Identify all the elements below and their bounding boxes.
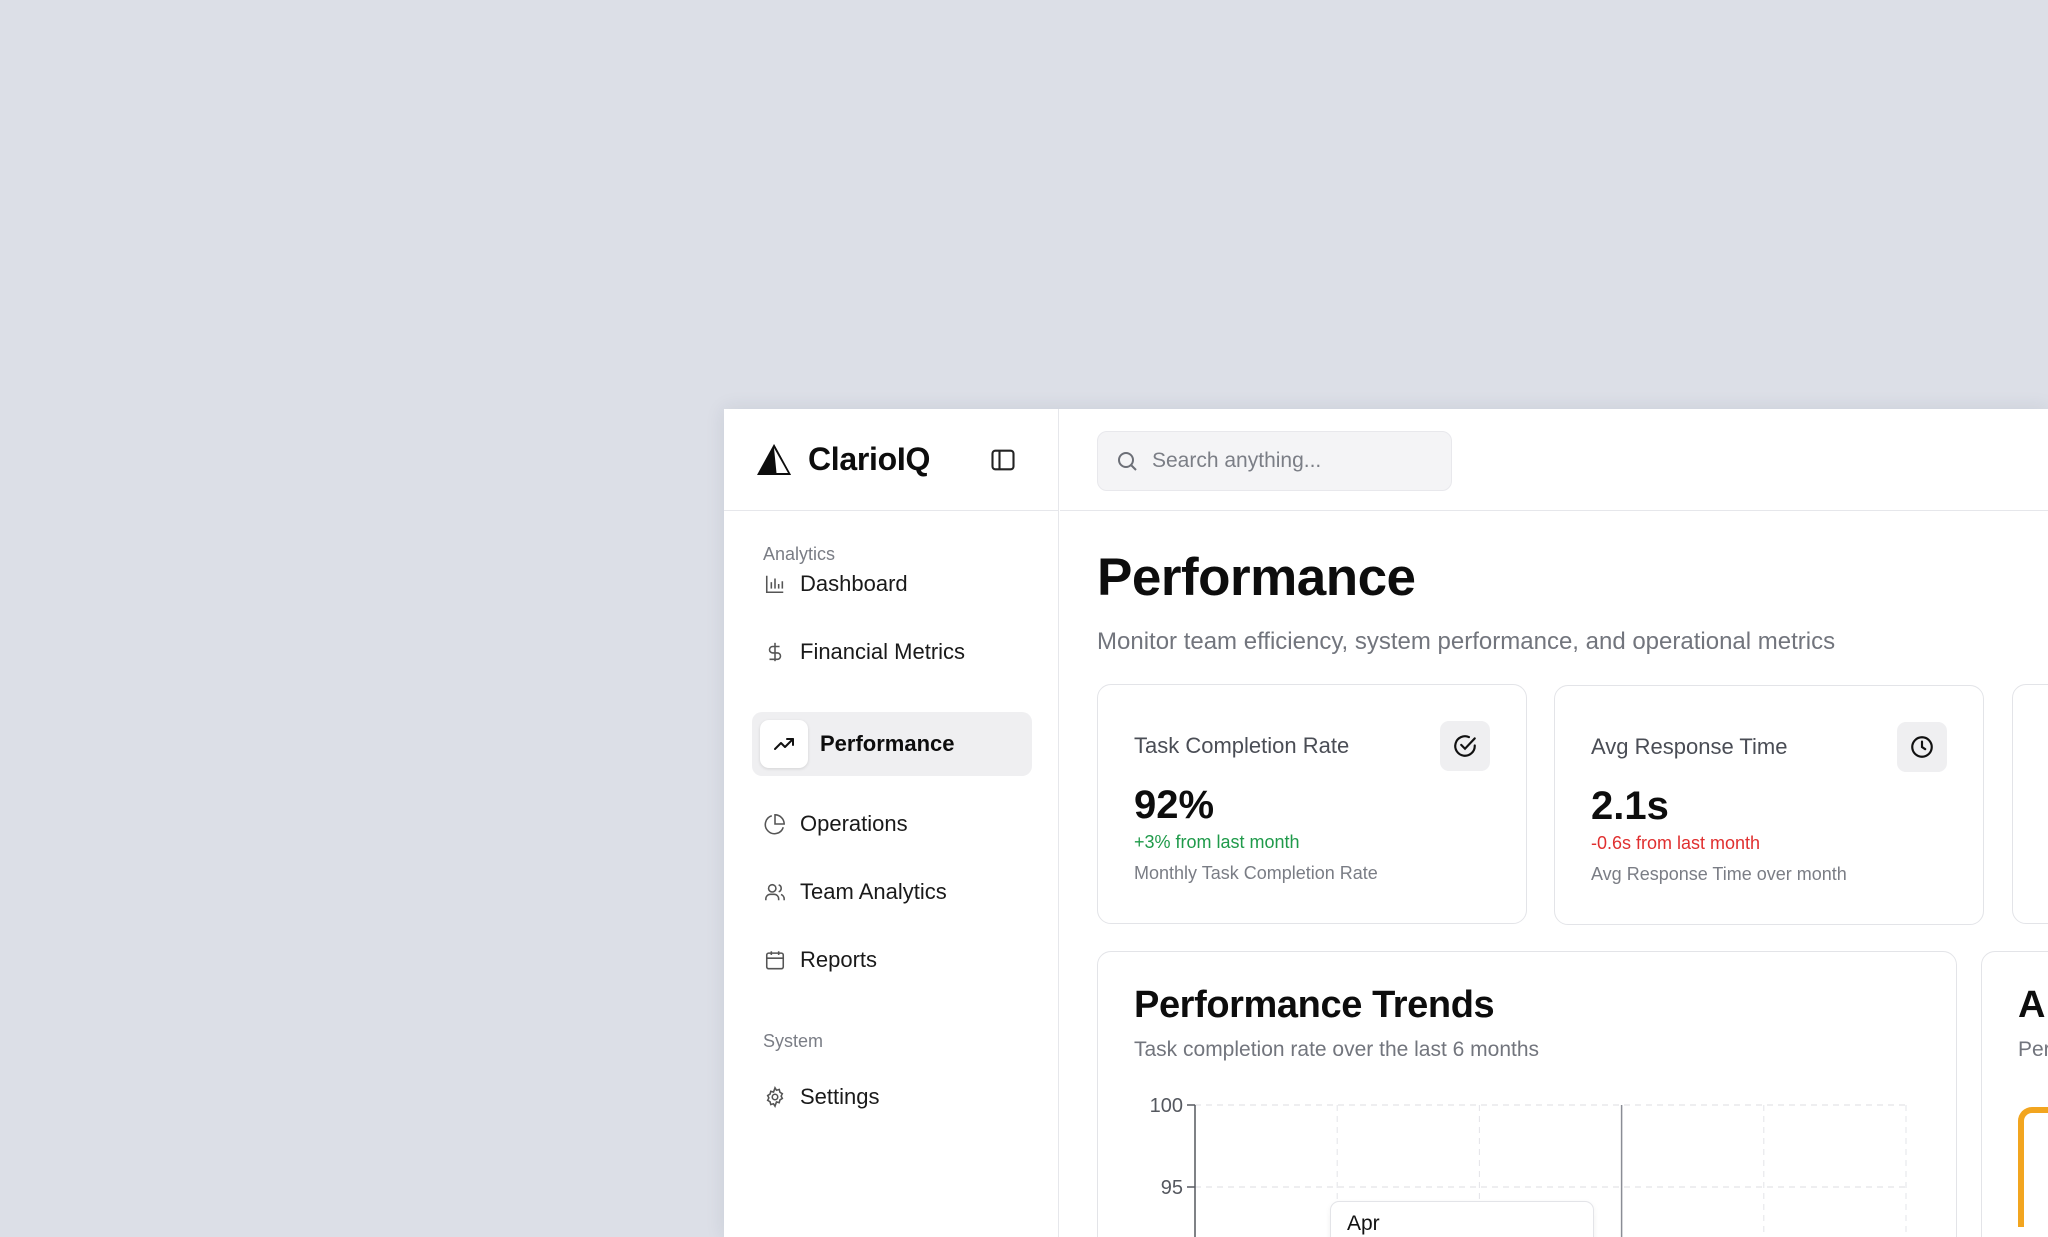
page-subtitle: Monitor team efficiency, system performa…	[1097, 628, 1836, 655]
page-title: Performance	[1097, 548, 1416, 607]
alert-accent-bar	[2018, 1107, 2048, 1227]
sidebar: ClarioIQ Analytics Dashboard Financial M…	[724, 409, 1059, 1237]
trending-up-icon	[760, 720, 808, 768]
check-circle-icon	[1454, 735, 1476, 757]
topbar	[1060, 409, 2048, 511]
stat-card-response-time: Avg Response Time 2.1s -0.6s from last m…	[1554, 685, 1984, 925]
users-icon	[763, 880, 787, 904]
sidebar-item-financial-metrics[interactable]: Financial Metrics	[763, 624, 1043, 680]
stat-title: Avg Response Time	[1591, 734, 1788, 759]
alert-card-subtitle: Per	[2018, 1038, 2048, 1061]
stat-icon-button[interactable]	[1440, 721, 1490, 771]
y-tick-label: 95	[1161, 1177, 1183, 1199]
search-input[interactable]	[1152, 449, 1442, 473]
sidebar-toggle-icon	[991, 449, 1015, 471]
sidebar-item-label: Operations	[800, 811, 908, 836]
brand-name: ClarioIQ	[808, 441, 931, 477]
brand-logo-icon	[757, 443, 791, 475]
main-content: Performance Monitor team efficiency, sys…	[1060, 409, 2048, 1237]
sidebar-item-team-analytics[interactable]: Team Analytics	[763, 864, 1043, 920]
gear-icon	[763, 1085, 787, 1109]
tooltip-label: Apr	[1347, 1212, 1380, 1235]
sidebar-item-label: Dashboard	[800, 571, 908, 596]
stat-caption: Monthly Task Completion Rate	[1134, 863, 1378, 883]
sidebar-item-performance[interactable]: Performance	[752, 712, 1032, 776]
app-window: ClarioIQ Analytics Dashboard Financial M…	[724, 409, 2048, 1237]
sidebar-item-label: Financial Metrics	[800, 639, 966, 664]
sidebar-item-settings[interactable]: Settings	[763, 1069, 1043, 1125]
clock-icon	[1911, 736, 1933, 758]
stat-card-task-completion: Task Completion Rate 92% +3% from last m…	[1097, 684, 1527, 924]
sidebar-item-label: Performance	[820, 731, 955, 756]
sidebar-item-operations[interactable]: Operations	[763, 796, 1043, 852]
stat-icon-button[interactable]	[1897, 722, 1947, 772]
sidebar-toggle-button[interactable]	[988, 445, 1018, 475]
chart-tooltip: Apr	[1330, 1201, 1594, 1237]
sidebar-item-label: Team Analytics	[800, 879, 947, 904]
sidebar-item-reports[interactable]: Reports	[763, 932, 1043, 988]
search-box[interactable]	[1097, 431, 1452, 491]
search-icon	[1118, 452, 1137, 471]
dollar-icon	[763, 640, 787, 664]
nav-group-system: System	[763, 1031, 824, 1051]
y-tick-label: 100	[1150, 1095, 1183, 1117]
stat-change: -0.6s from last month	[1591, 833, 1761, 853]
stat-title: Task Completion Rate	[1134, 733, 1350, 758]
alerts-card: Al Per	[1981, 951, 2048, 1237]
stat-card-third: U 9 - U	[2012, 684, 2048, 924]
stat-caption: Avg Response Time over month	[1591, 864, 1847, 884]
stat-change: +3% from last month	[1134, 832, 1300, 852]
stat-value: 2.1s	[1591, 784, 1669, 828]
pie-chart-icon	[763, 812, 787, 836]
stat-value: 92%	[1134, 783, 1215, 827]
trend-subtitle: Task completion rate over the last 6 mon…	[1134, 1038, 1540, 1061]
sidebar-item-label: Reports	[800, 947, 878, 972]
sidebar-item-label: Settings	[800, 1084, 880, 1109]
sidebar-item-dashboard[interactable]: Dashboard	[763, 556, 1043, 612]
bar-chart-icon	[763, 572, 787, 596]
performance-trends-card: Performance Trends Task completion rate …	[1097, 951, 1957, 1237]
alert-card-title: Al	[2018, 984, 2048, 1026]
calendar-icon	[763, 948, 787, 972]
trend-title: Performance Trends	[1134, 984, 1495, 1026]
